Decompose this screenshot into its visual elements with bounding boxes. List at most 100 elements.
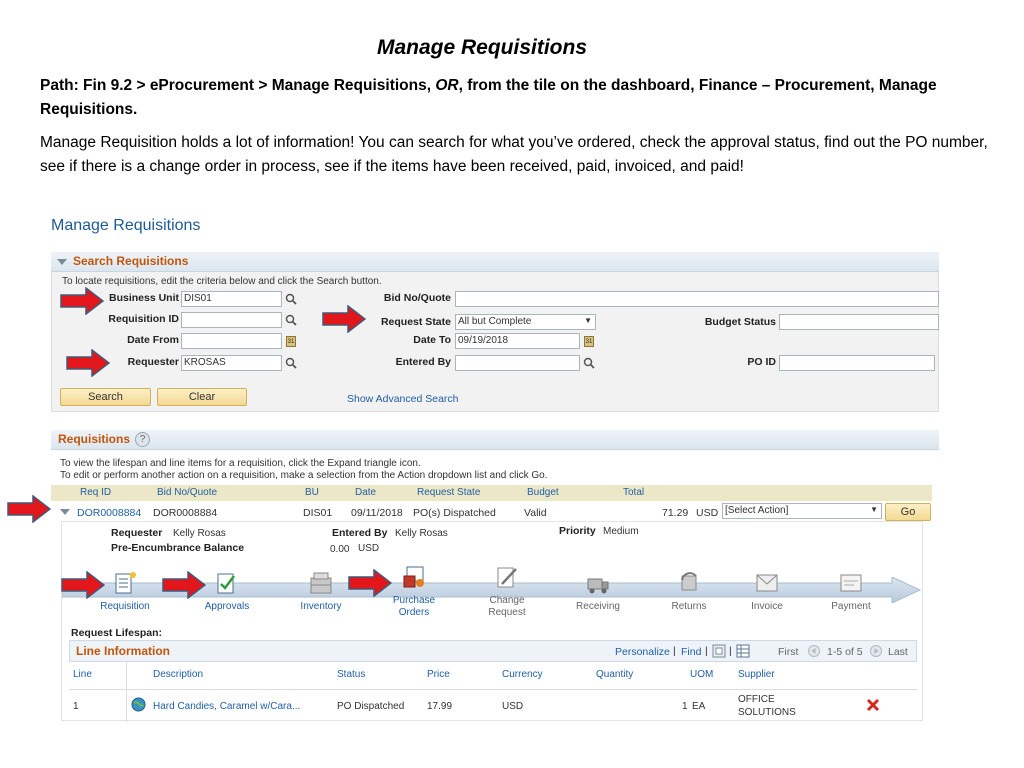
requisition-stage-icon[interactable] <box>112 570 138 596</box>
next-page-icon[interactable] <box>870 645 882 657</box>
line-quantity: 1 <box>682 701 688 712</box>
dropdown-caret-icon: ▼ <box>584 316 592 325</box>
requisition-id-input[interactable] <box>181 312 282 328</box>
column-currency[interactable]: Currency <box>502 669 543 680</box>
payment-stage-icon[interactable] <box>838 570 864 596</box>
po-id-input[interactable] <box>779 355 935 371</box>
entered-by-lookup-icon[interactable] <box>583 357 595 369</box>
detail-requester-label: Requester <box>111 527 163 539</box>
separator: | <box>705 645 708 657</box>
lifecycle-approvals-label[interactable]: Approvals <box>192 601 262 612</box>
column-quantity[interactable]: Quantity <box>596 669 633 680</box>
delete-line-icon[interactable] <box>866 698 880 712</box>
business-unit-lookup-icon[interactable] <box>285 293 297 305</box>
request-lifespan-label: Request Lifespan: <box>71 627 163 639</box>
receiving-stage-icon[interactable] <box>585 570 611 596</box>
first-page-link[interactable]: First <box>778 646 798 658</box>
detail-entered-by-label: Entered By <box>332 527 388 539</box>
invoice-stage-icon[interactable] <box>754 570 780 596</box>
bu-value: DIS01 <box>303 507 333 519</box>
column-line[interactable]: Line <box>73 669 92 680</box>
bid-no-quote-label: Bid No/Quote <box>383 292 451 304</box>
find-link[interactable]: Find <box>681 646 701 658</box>
lifecycle-receiving-label[interactable]: Receiving <box>563 601 633 612</box>
header-budget[interactable]: Budget <box>527 487 559 498</box>
header-total[interactable]: Total <box>623 487 644 498</box>
action-dropdown[interactable]: [Select Action] ▼ <box>722 503 882 519</box>
navigation-path: Path: Fin 9.2 > eProcurement > Manage Re… <box>40 74 1000 122</box>
help-icon[interactable]: ? <box>135 432 150 447</box>
date-from-input[interactable] <box>181 333 282 349</box>
requisitions-instruction-expand: To view the lifespan and line items for … <box>60 458 421 469</box>
lifecycle-purchase-orders-label[interactable]: Purchase Orders <box>379 595 449 619</box>
budget-status-select[interactable] <box>779 314 939 330</box>
item-details-globe-icon[interactable] <box>131 697 146 712</box>
column-price[interactable]: Price <box>427 669 450 680</box>
business-unit-input[interactable]: DIS01 <box>181 291 282 307</box>
clear-button[interactable]: Clear <box>157 388 247 406</box>
requisitions-section-header: Requisitions ? <box>51 430 939 450</box>
path-or: OR <box>435 77 459 94</box>
requester-lookup-icon[interactable] <box>285 357 297 369</box>
detail-priority-value: Medium <box>603 526 639 537</box>
budget-status-label: Budget Status <box>704 316 776 328</box>
pre-encumbrance-currency: USD <box>358 543 380 554</box>
header-request-state[interactable]: Request State <box>417 487 480 498</box>
date-from-calendar-icon[interactable]: 31 <box>286 336 296 347</box>
request-state-select[interactable]: All but Complete ▼ <box>455 314 596 330</box>
change-request-stage-icon[interactable] <box>494 564 520 590</box>
previous-page-icon[interactable] <box>808 645 820 657</box>
download-grid-icon[interactable] <box>736 644 750 658</box>
lifecycle-change-request-label[interactable]: Change Request <box>472 595 542 619</box>
expand-triangle-icon[interactable] <box>60 509 70 515</box>
requester-input[interactable]: KROSAS <box>181 355 282 371</box>
column-uom[interactable]: UOM <box>690 669 713 680</box>
date-to-calendar-icon[interactable]: 31 <box>584 336 594 347</box>
line-uom: EA <box>692 701 706 712</box>
lifecycle-payment-label[interactable]: Payment <box>816 601 886 612</box>
requisition-id-lookup-icon[interactable] <box>285 314 297 326</box>
lifecycle-inventory-label[interactable]: Inventory <box>286 601 356 612</box>
date-to-input[interactable]: 09/19/2018 <box>455 333 580 349</box>
lifecycle-requisition-label[interactable]: Requisition <box>90 601 160 612</box>
entered-by-input[interactable] <box>455 355 580 371</box>
lifecycle-invoice-label[interactable]: Invoice <box>732 601 802 612</box>
callout-arrow-icon <box>162 571 206 599</box>
go-button[interactable]: Go <box>885 503 931 521</box>
column-supplier[interactable]: Supplier <box>738 669 775 680</box>
returns-stage-icon[interactable] <box>676 570 702 596</box>
lifecycle-returns-label[interactable]: Returns <box>654 601 724 612</box>
action-dropdown-value: [Select Action] <box>725 505 789 516</box>
search-section-header[interactable]: Search Requisitions <box>51 252 939 272</box>
collapse-triangle-icon[interactable] <box>57 259 67 265</box>
callout-arrow-icon <box>66 349 110 377</box>
line-information-columns: Line Description Status Price Currency Q… <box>69 662 917 722</box>
view-all-icon[interactable] <box>712 644 726 658</box>
column-description[interactable]: Description <box>153 669 203 680</box>
show-advanced-search-link[interactable]: Show Advanced Search <box>347 393 459 405</box>
header-date[interactable]: Date <box>355 487 376 498</box>
personalize-link[interactable]: Personalize <box>615 646 670 658</box>
callout-arrow-icon <box>61 571 105 599</box>
date-from-label: Date From <box>127 334 179 346</box>
line-description-link[interactable]: Hard Candies, Caramel w/Cara... <box>153 701 300 712</box>
line-information-title: Line Information <box>76 644 170 658</box>
column-status[interactable]: Status <box>337 669 365 680</box>
inventory-stage-icon[interactable] <box>308 570 334 596</box>
bid-no-quote-value: DOR0008884 <box>153 507 218 519</box>
requisitions-table-header: Req ID Bid No/Quote BU Date Request Stat… <box>51 485 932 501</box>
approvals-stage-icon[interactable] <box>214 570 240 596</box>
last-page-link[interactable]: Last <box>888 646 908 658</box>
request-state-value: All but Complete <box>458 316 532 327</box>
header-req-id[interactable]: Req ID <box>80 487 111 498</box>
path-prefix: Path: Fin 9.2 > eProcurement > Manage Re… <box>40 77 436 94</box>
header-bid-no-quote[interactable]: Bid No/Quote <box>157 487 217 498</box>
search-button[interactable]: Search <box>60 388 151 406</box>
header-bu[interactable]: BU <box>305 487 319 498</box>
req-id-link[interactable]: DOR0008884 <box>77 507 141 519</box>
bid-no-quote-input[interactable] <box>455 291 939 307</box>
dropdown-caret-icon: ▼ <box>870 505 878 514</box>
separator: | <box>729 645 732 657</box>
purchase-orders-stage-icon[interactable] <box>401 564 427 590</box>
requisitions-instruction-action: To edit or perform another action on a r… <box>60 470 548 481</box>
